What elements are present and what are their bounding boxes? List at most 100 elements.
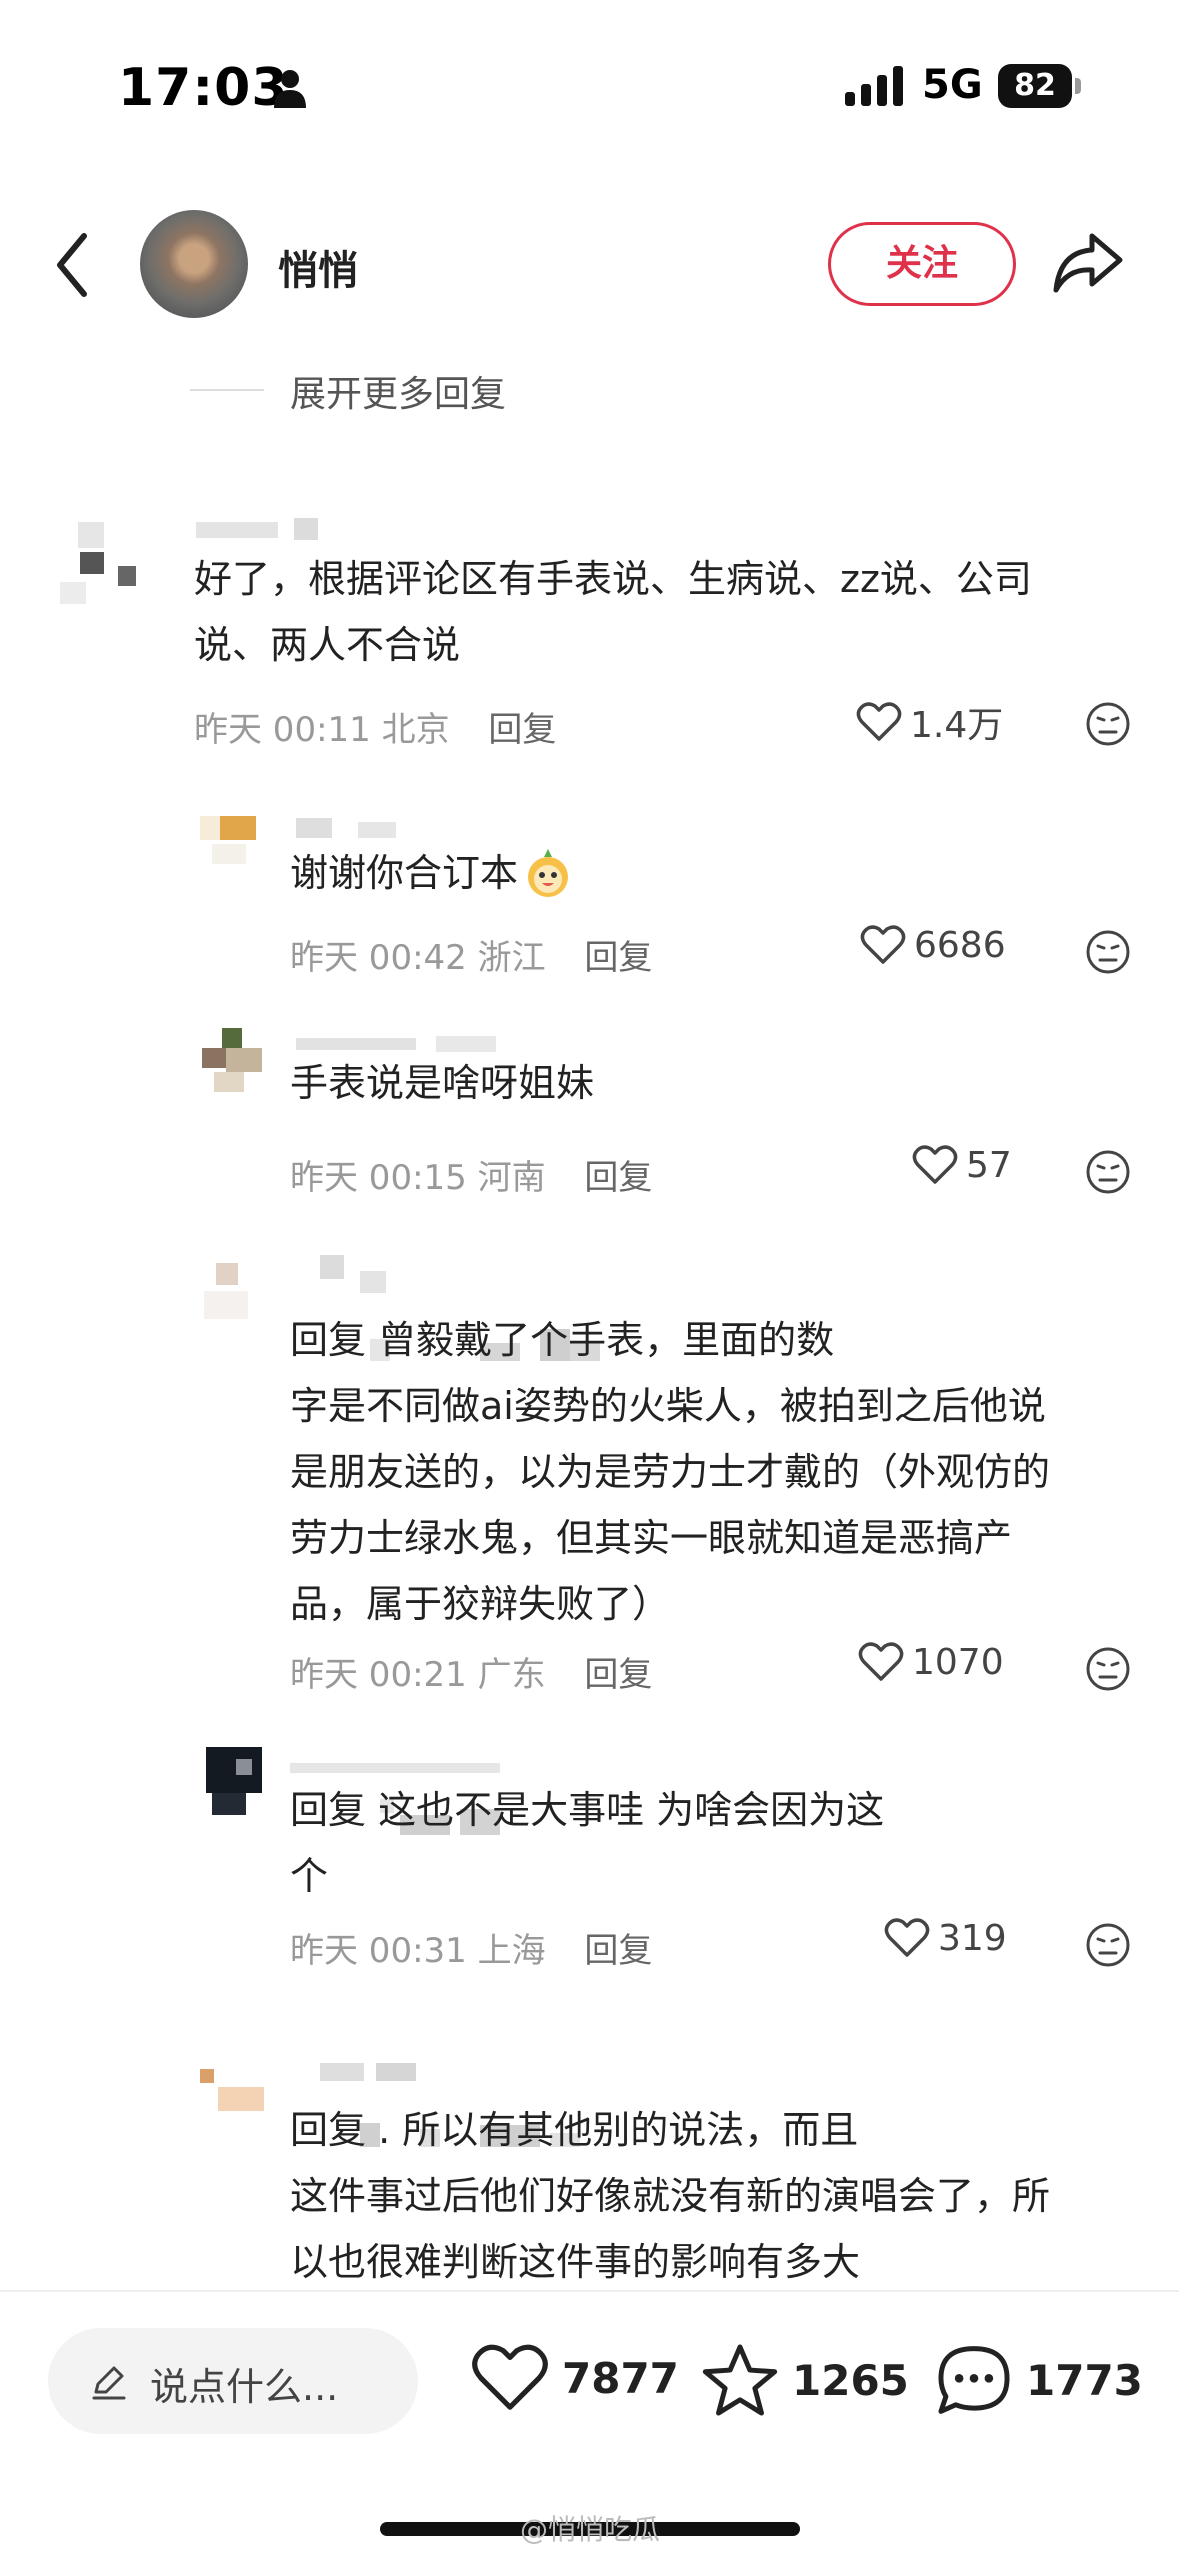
avatar[interactable] [196,1018,270,1096]
avatar[interactable] [196,1739,280,1823]
comment-text-line: 回复 . 所以有其他别的说法，而且 [290,2108,859,2152]
avatar[interactable] [140,210,248,318]
header: 悄悄 关注 [0,190,1179,340]
comment-text-line: 谢谢你合订本 [290,851,519,895]
comment-text-line: 回复 曾毅戴了个手表，里面的数 [290,1318,835,1362]
comment-date: 昨天 00:31 [290,1931,467,1971]
username-blurred [290,1761,510,1775]
dislike-face-icon[interactable] [1084,1921,1132,1969]
comment-count: 1773 [1026,2355,1143,2405]
comment-date: 昨天 00:11 [194,710,371,750]
avatar[interactable] [196,2045,276,2125]
dislike-face-icon[interactable] [1084,928,1132,976]
follow-button[interactable]: 关注 [828,222,1016,306]
comment-input[interactable]: 说点什么... [48,2328,418,2434]
username[interactable]: 悄悄 [278,238,358,296]
like-count: 319 [938,1917,1007,1959]
chat-bubble-icon [938,2346,1010,2414]
reply-comment: 回复 . 所以有其他别的说法，而且 这件事过后他们好像就没有新的演唱会了，所 以… [0,2035,1179,2285]
comment-text-line: 个 [290,1854,329,1898]
heart-icon [858,1642,904,1681]
comment-meta: 昨天 00:11 北京 回复 [194,702,556,751]
comment-date: 昨天 00:42 [290,938,467,978]
comment-text-line: 这件事过后他们好像就没有新的演唱会了，所 [290,2174,1051,2218]
reply-comment: 手表说是啥呀姐妹 昨天 00:15 河南 回复 57 [0,1010,1179,1210]
comment-text-line: 手表说是啥呀姐妹 [290,1061,595,1105]
like-count: 6686 [914,924,1006,966]
comment-location: 浙江 [477,938,546,978]
favorite-button[interactable]: 1265 [700,2342,909,2418]
comment-input-placeholder: 说点什么... [150,2365,339,2409]
reply-button[interactable]: 回复 [584,1655,652,1695]
username-blurred [296,818,406,842]
battery-level: 82 [998,64,1072,108]
comments-button[interactable]: 1773 [934,2342,1143,2418]
username-blurred [320,2061,430,2085]
status-bar: 17:03 5G 82 [0,0,1179,170]
sticker-emoji-icon [528,849,569,897]
comment-meta: 昨天 00:31 上海 回复 [290,1923,652,1972]
bottom-bar: 说点什么... 7877 1265 1773 @悄悄吃瓜 [0,2290,1179,2556]
signal-icon [845,66,903,106]
comment-location: 北京 [381,710,450,750]
heart-icon [860,925,906,964]
back-icon[interactable] [50,230,94,300]
heart-icon [912,1145,958,1184]
share-icon[interactable] [1052,230,1124,296]
heart-icon [472,2344,548,2410]
avatar[interactable] [196,1255,270,1329]
like-button[interactable]: 57 [912,1144,1012,1186]
comment-location: 上海 [477,1931,546,1971]
battery-icon: 82 [998,64,1082,108]
comment-text-line: 说、两人不合说 [194,623,461,667]
dislike-face-icon[interactable] [1084,1148,1132,1196]
reply-button[interactable]: 回复 [584,938,652,978]
like-count: 57 [966,1144,1012,1186]
dislike-face-icon[interactable] [1084,1645,1132,1693]
reply-button[interactable]: 回复 [584,1931,652,1971]
expand-more-replies-label: 展开更多回复 [290,374,507,415]
favorite-count: 1265 [792,2355,909,2405]
reply-button[interactable]: 回复 [584,1158,652,1198]
comment-location: 广东 [477,1655,546,1695]
comment-text-line: 字是不同做ai姿势的火柴人，被拍到之后他说 [290,1384,1046,1428]
like-button[interactable]: 319 [884,1917,1007,1959]
comment-text-line: 好了，根据评论区有手表说、生病说、zz说、公司 [194,557,1032,601]
comment: 好了，根据评论区有手表说、生病说、zz说、公司 说、两人不合说 昨天 00:11… [0,490,1179,770]
reply-button[interactable]: 回复 [488,710,556,750]
expand-more-replies[interactable]: 展开更多回复 [190,365,590,415]
comment-meta: 昨天 00:15 河南 回复 [290,1150,652,1199]
comment-text-line: 劳力士绿水鬼，但其实一眼就知道是恶搞产 [290,1516,1013,1560]
comment-date: 昨天 00:15 [290,1158,467,1198]
comment-meta: 昨天 00:42 浙江 回复 [290,930,652,979]
like-button[interactable]: 1070 [858,1641,1004,1683]
avatar[interactable] [196,800,270,874]
comment-text-line: 是朋友送的，以为是劳力士才戴的（外观仿的 [290,1450,1051,1494]
comment-text-line: 品，属于狡辩失败了） [290,1582,671,1626]
reply-comment: 谢谢你合订本 昨天 00:42 浙江 回复 6686 [0,790,1179,990]
person-icon [274,70,306,108]
dislike-face-icon[interactable] [1084,700,1132,748]
clock: 17:03 [118,58,289,118]
like-count: 1.4万 [910,705,1004,746]
heart-icon [884,1918,930,1957]
comment-location: 河南 [477,1158,546,1198]
like-post-button[interactable]: 7877 [470,2342,679,2414]
divider [190,389,264,391]
star-icon [702,2344,778,2416]
avatar[interactable] [50,512,150,612]
reply-comment: 回复 曾毅戴了个手表，里面的数 字是不同做ai姿势的火柴人，被拍到之后他说 是朋… [0,1245,1179,1725]
like-count: 1070 [912,1641,1004,1683]
comment-meta: 昨天 00:21 广东 回复 [290,1647,652,1696]
like-button[interactable]: 6686 [860,924,1006,966]
username-blurred [196,518,326,542]
comment-text-line: 回复 这也不是大事哇 为啥会因为这 [290,1788,885,1832]
heart-icon [856,702,902,741]
like-button[interactable]: 1.4万 [856,696,1003,748]
username-blurred [320,1255,410,1295]
comment-text-line: 以也很难判断这件事的影响有多大 [290,2240,861,2284]
reply-comment: 回复 这也不是大事哇 为啥会因为这 个 昨天 00:31 上海 回复 319 [0,1735,1179,1995]
network-type: 5G [922,62,983,108]
comment-date: 昨天 00:21 [290,1655,467,1695]
post-like-count: 7877 [562,2353,679,2403]
